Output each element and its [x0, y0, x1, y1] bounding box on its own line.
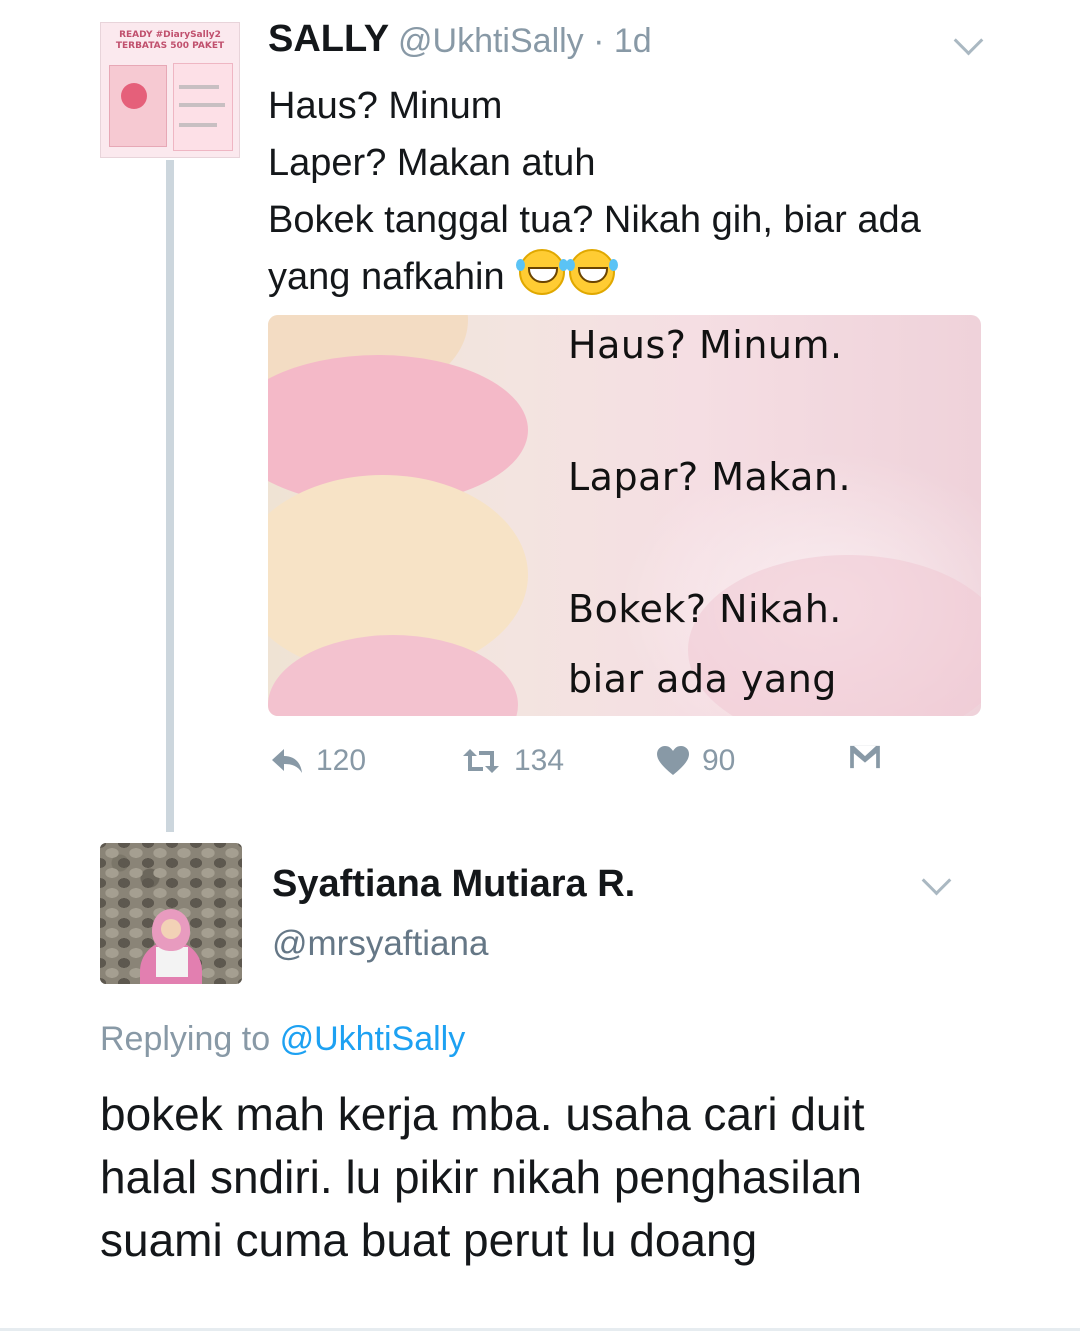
envelope-icon — [850, 745, 880, 769]
tweet-line-last: yang nafkahin — [268, 249, 1008, 306]
direct-message-button[interactable] — [848, 744, 882, 770]
reply-author-name[interactable]: Syaftiana Mutiara R. — [272, 863, 635, 906]
reply-author-handle[interactable]: @mrsyaftiana — [272, 924, 488, 964]
reply-count: 120 — [316, 744, 367, 777]
sally-avatar[interactable]: READY #DiarySally2 TERBATAS 500 PAKET — [100, 22, 240, 158]
avatar-caption: READY #DiarySally2 TERBATAS 500 PAKET — [115, 30, 225, 51]
chevron-down-icon[interactable] — [921, 865, 952, 896]
divider — [0, 1328, 1080, 1331]
price-line — [179, 123, 217, 127]
retweet-count: 134 — [514, 744, 565, 777]
replying-to-link[interactable]: @UkhtiSally — [280, 1020, 466, 1058]
reply-text: bokek mah kerja mba. usaha cari duit hal… — [100, 1083, 1040, 1272]
replying-to-line: Replying to @UkhtiSally — [100, 1020, 466, 1058]
media-caption-line: Haus? Minum. — [568, 323, 843, 367]
tweet-media-image[interactable]: Haus? Minum. Lapar? Makan. Bokek? Nikah.… — [268, 315, 981, 716]
reply-icon — [272, 749, 302, 773]
flower-image — [121, 83, 147, 109]
price-line — [179, 103, 225, 107]
price-line — [179, 85, 219, 89]
media-caption-line: Bokek? Nikah. — [568, 587, 842, 631]
like-button[interactable]: 90 — [656, 744, 735, 778]
grinning-tears-emoji-icon — [566, 249, 619, 295]
price-list-image — [173, 63, 233, 151]
reply-line: halal sndiri. lu pikir nikah penghasilan — [100, 1151, 863, 1203]
chevron-down-icon[interactable] — [953, 25, 984, 56]
tweet-line: Laper? Makan atuh — [268, 142, 596, 184]
reply-button[interactable]: 120 — [270, 744, 366, 778]
retweet-icon — [463, 749, 499, 773]
thread-connector-line — [166, 160, 174, 832]
media-caption-line: Lapar? Makan. — [568, 455, 852, 499]
grinning-tears-emoji-icon — [516, 249, 569, 295]
media-caption-line: biar ada yang — [568, 657, 837, 701]
face-image — [161, 919, 181, 939]
tweet-line: Bokek tanggal tua? Nikah gih, biar ada — [268, 199, 921, 241]
author-handle-timestamp[interactable]: @UkhtiSally · 1d — [398, 22, 652, 61]
author-name[interactable]: SALLY — [268, 18, 389, 61]
person-shirt — [156, 947, 188, 977]
reply-line: suami cuma buat perut lu doang — [100, 1214, 758, 1266]
tweet-text: Haus? Minum Laper? Makan atuh Bokek tang… — [268, 78, 1008, 306]
reply-line: bokek mah kerja mba. usaha cari duit — [100, 1088, 865, 1140]
tweet-line: Haus? Minum — [268, 85, 503, 127]
syaftiana-avatar[interactable] — [100, 843, 242, 984]
heart-icon — [657, 746, 689, 775]
like-count: 90 — [702, 744, 736, 777]
retweet-button[interactable]: 134 — [460, 744, 564, 778]
